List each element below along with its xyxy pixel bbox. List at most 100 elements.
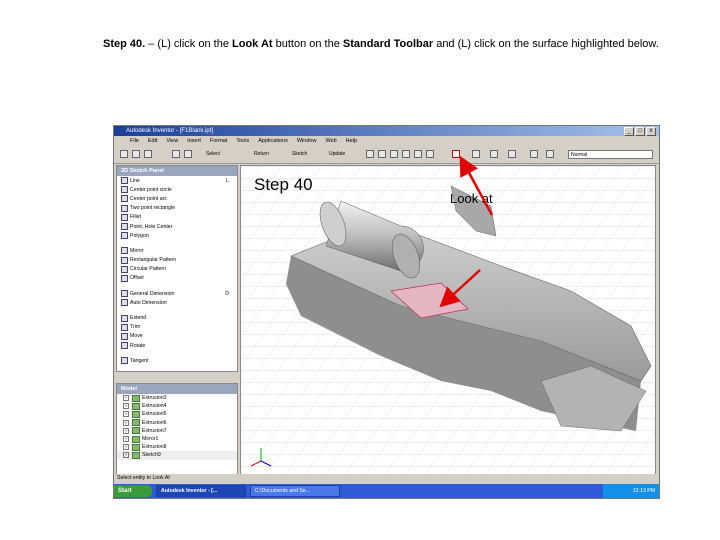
sketch-tool[interactable]: Offset <box>117 274 237 283</box>
pan-icon[interactable] <box>402 150 410 158</box>
expand-icon[interactable]: + <box>123 403 129 410</box>
select-button[interactable]: Select <box>206 150 220 159</box>
feature-icon <box>132 451 140 459</box>
sketch-tool[interactable]: Trim <box>117 323 237 332</box>
sketch-tool[interactable]: Move <box>117 332 237 341</box>
sketch-tool[interactable]: Center point arc <box>117 194 237 203</box>
tool-icon <box>121 247 128 255</box>
expand-icon[interactable]: + <box>123 419 129 426</box>
expand-icon[interactable]: + <box>123 444 129 451</box>
step-number: Step 40. <box>103 38 146 50</box>
sketch-tool[interactable]: Mirror <box>117 246 237 255</box>
minimize-button[interactable]: _ <box>624 127 634 136</box>
zoom-all-icon[interactable] <box>366 150 374 158</box>
browser-item[interactable]: + Sketch9 <box>117 451 237 460</box>
tool-label: Fillet <box>130 214 141 221</box>
step-label: Step 40 <box>254 175 313 194</box>
close-button[interactable]: x <box>646 127 656 136</box>
tool-icon <box>121 265 128 273</box>
browser-item[interactable]: + Extrusion8 <box>117 443 237 451</box>
style-dropdown[interactable]: Normal <box>568 150 653 159</box>
expand-icon[interactable]: + <box>123 452 129 459</box>
menu-insert[interactable]: Insert <box>187 136 201 147</box>
menu-help[interactable]: Help <box>346 136 357 147</box>
model-browser: Model + Extrusion3 + Extrusion4 + Extrusion5 +… <box>116 383 238 475</box>
help-icon[interactable] <box>546 150 554 158</box>
menu-applications[interactable]: Applications <box>258 136 288 147</box>
new-icon[interactable] <box>120 150 128 158</box>
tool-label: Line <box>130 177 140 184</box>
projection-icon[interactable] <box>530 150 538 158</box>
tool-icon <box>121 314 128 322</box>
sketch-panel: 2D Sketch Panel Line L Center point circle… <box>116 165 238 372</box>
undo-icon[interactable] <box>172 150 180 158</box>
look-at-icon[interactable] <box>452 150 460 158</box>
menu-tools[interactable]: Tools <box>236 136 249 147</box>
return-button[interactable]: Return <box>254 150 269 159</box>
sketch-tool[interactable]: General Dimension D <box>117 289 237 298</box>
sketch-tool[interactable]: Fillet <box>117 213 237 222</box>
expand-icon[interactable]: + <box>123 427 129 434</box>
tool-icon <box>121 213 128 221</box>
expand-icon[interactable]: + <box>123 436 129 443</box>
tool-shortcut: L <box>226 177 229 184</box>
sketch-tool[interactable]: Line L <box>117 176 237 185</box>
browser-item[interactable]: + Extrusion5 <box>117 410 237 418</box>
tool-label: Extend <box>130 315 147 322</box>
sketch-tool[interactable]: Polygon <box>117 231 237 240</box>
sketch-tool[interactable]: Tangent <box>117 356 237 365</box>
toolbar-term: Standard Toolbar <box>342 38 434 50</box>
browser-item[interactable]: + Extrusion4 <box>117 402 237 410</box>
instruction-part: button on the <box>272 38 343 50</box>
task-explorer[interactable]: C:\Documents and Se... <box>250 485 340 497</box>
rotate-icon[interactable] <box>426 150 434 158</box>
expand-icon[interactable]: + <box>123 411 129 418</box>
hidden-edge-icon[interactable] <box>490 150 498 158</box>
tool-label: Move <box>130 333 143 340</box>
sketch-button[interactable]: Sketch <box>292 150 307 159</box>
browser-item[interactable]: + Extrusion7 <box>117 427 237 435</box>
browser-item[interactable]: + Extrusion6 <box>117 419 237 427</box>
menu-edit[interactable]: Edit <box>148 136 157 147</box>
sketch-tool[interactable]: Circular Pattern <box>117 265 237 274</box>
menu-format[interactable]: Format <box>210 136 227 147</box>
tool-label: Center point arc <box>130 195 167 202</box>
start-button[interactable]: Start <box>114 485 152 497</box>
car-model-view <box>241 166 655 474</box>
model-browser-title[interactable]: Model <box>117 384 237 394</box>
sketch-tool[interactable]: Rectangular Pattern <box>117 256 237 265</box>
browser-item[interactable]: + Mirror1 <box>117 435 237 443</box>
menu-file[interactable]: File <box>130 136 139 147</box>
browser-item[interactable]: + Extrusion3 <box>117 394 237 402</box>
sketch-tool[interactable]: Extend <box>117 313 237 322</box>
feature-icon <box>132 394 140 402</box>
sketch-tool[interactable]: Center point circle <box>117 185 237 194</box>
open-icon[interactable] <box>132 150 140 158</box>
sketch-tool[interactable]: Auto Dimension <box>117 298 237 307</box>
tool-icon <box>121 195 128 203</box>
zoom-icon[interactable] <box>390 150 398 158</box>
windows-taskbar: Start Autodesk Inventor - [... C:\Docume… <box>114 484 659 498</box>
sketch-tool[interactable]: Point, Hole Center <box>117 222 237 231</box>
zoom-selected-icon[interactable] <box>414 150 422 158</box>
wireframe-icon[interactable] <box>508 150 516 158</box>
taskbar-clock: 12:13 PM <box>603 484 659 498</box>
shaded-display-icon[interactable] <box>472 150 480 158</box>
graphics-window[interactable] <box>240 165 656 475</box>
tool-label: Point, Hole Center <box>130 223 173 230</box>
zoom-window-icon[interactable] <box>378 150 386 158</box>
sketch-tool[interactable]: Two point rectangle <box>117 204 237 213</box>
sketch-tool[interactable]: Rotate <box>117 341 237 350</box>
sketch-panel-title[interactable]: 2D Sketch Panel <box>117 166 237 176</box>
task-inventor[interactable]: Autodesk Inventor - [... <box>156 485 246 497</box>
expand-icon[interactable]: + <box>123 395 129 402</box>
tool-label: Tangent <box>130 357 149 364</box>
update-button[interactable]: Update <box>329 150 345 159</box>
save-icon[interactable] <box>144 150 152 158</box>
maximize-button[interactable]: □ <box>635 127 645 136</box>
look-at-term: Look At <box>232 38 273 50</box>
redo-icon[interactable] <box>184 150 192 158</box>
menu-web[interactable]: Web <box>325 136 336 147</box>
menu-view[interactable]: View <box>166 136 178 147</box>
menu-window[interactable]: Window <box>297 136 317 147</box>
